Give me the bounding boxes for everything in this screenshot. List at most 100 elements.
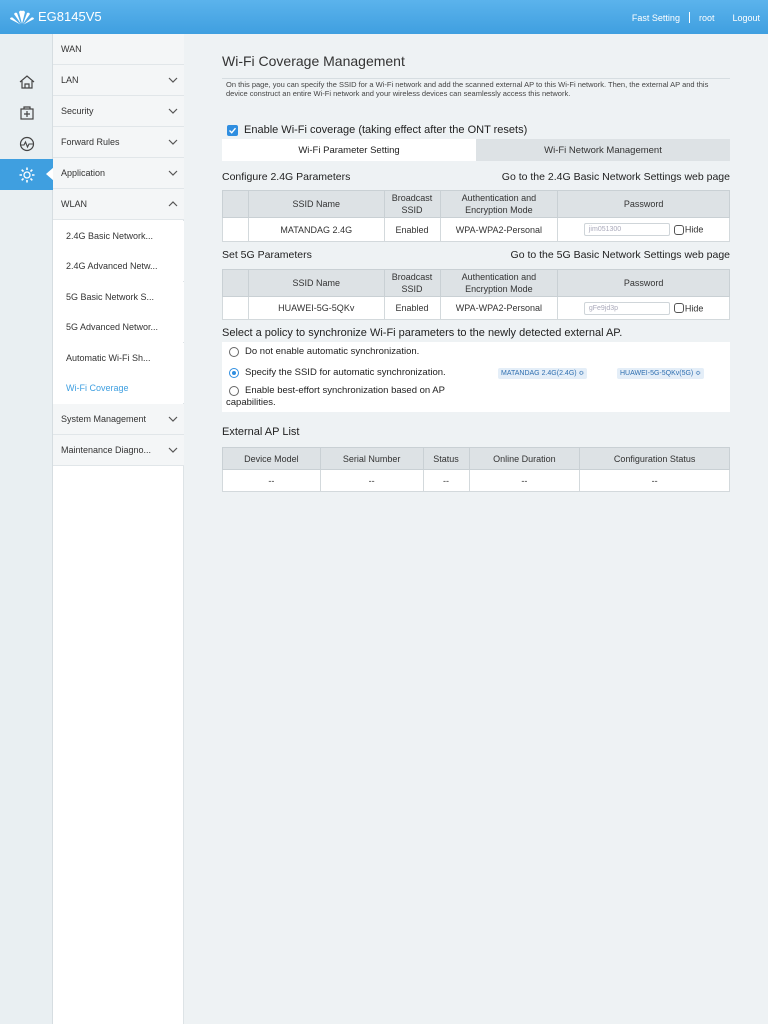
header-ssid: SSID Name	[247, 190, 385, 218]
table-header-row: SSID Name Broadcast SSID Authentication …	[222, 269, 730, 297]
password-field-5g[interactable]: gFe9jd3p	[583, 301, 670, 315]
menu-item-label: Maintenance Diagno...	[61, 445, 152, 455]
option-best-effort-label: Enable best-effort synchronization based…	[226, 385, 445, 408]
section-5g-title: Set 5G Parameters	[222, 249, 312, 261]
cell-device-model: --	[222, 469, 321, 492]
rail-home[interactable]	[0, 66, 53, 97]
header-cell-blank	[222, 190, 249, 218]
gear-icon	[19, 167, 34, 182]
menu-item-maintenance[interactable]: Maintenance Diagno...	[53, 435, 184, 466]
huawei-logo-icon	[10, 10, 34, 25]
ssid-select-24g[interactable]: MATANDAG 2.4G(2.4G) ≎	[498, 368, 588, 379]
sub-item-24g-basic[interactable]: 2.4G Basic Network...	[53, 221, 184, 251]
header-broadcast: Broadcast SSID	[383, 190, 441, 218]
header-device-model: Device Model	[222, 447, 321, 470]
chevron-down-icon	[168, 77, 178, 83]
table-row: MATANDAG 2.4G Enabled WPA-WPA2-Personal …	[222, 217, 730, 242]
menu-item-label: WAN	[61, 44, 82, 54]
header-divider	[688, 12, 690, 23]
external-ap-table: Device Model Serial Number Status Online…	[222, 447, 730, 492]
header-status: Status	[422, 447, 470, 470]
menu-item-label: WLAN	[61, 199, 88, 209]
sub-item-label: 2.4G Basic Network...	[66, 231, 154, 241]
tab-bar: Wi-Fi Parameter Setting Wi-Fi Network Ma…	[222, 139, 730, 161]
menu-item-label: System Management	[61, 414, 147, 424]
sub-item-24g-advanced[interactable]: 2.4G Advanced Netw...	[53, 251, 184, 281]
ssid-cell: HUAWEI-5G-5QKv	[247, 296, 385, 320]
monitor-icon	[19, 136, 34, 151]
password-cell: gFe9jd3p Hide	[557, 296, 730, 320]
row-cell-blank	[222, 296, 249, 320]
sub-item-label: 5G Advanced Networ...	[66, 322, 159, 332]
table-24g: SSID Name Broadcast SSID Authentication …	[222, 190, 730, 242]
user-name-link[interactable]: root	[699, 13, 715, 23]
sub-item-label: Wi-Fi Coverage	[66, 383, 129, 393]
tab-wifi-network-management[interactable]: Wi-Fi Network Management	[476, 139, 730, 161]
chevron-down-icon	[168, 139, 178, 145]
title-divider	[222, 78, 730, 79]
sub-item-5g-basic[interactable]: 5G Basic Network S...	[53, 282, 184, 312]
header-cell-blank	[222, 269, 249, 297]
home-icon	[19, 74, 34, 89]
auth-cell: WPA-WPA2-Personal	[439, 217, 559, 242]
side-menu: WAN LAN Security Forward Rules Applicati…	[53, 34, 184, 1024]
plus-box-icon	[19, 105, 34, 120]
enable-coverage-label: Enable Wi-Fi coverage (taking effect aft…	[244, 124, 528, 136]
menu-item-wlan[interactable]: WLAN	[53, 189, 184, 220]
menu-item-system-management[interactable]: System Management	[53, 404, 184, 435]
cell-status: --	[422, 469, 470, 492]
radio-specify-ssid[interactable]	[229, 368, 239, 378]
goto-24g-link[interactable]: Go to the 2.4G Basic Network Settings we…	[430, 171, 730, 183]
chevron-up-icon	[168, 201, 178, 207]
rail-monitor[interactable]	[0, 128, 53, 159]
menu-item-security[interactable]: Security	[53, 96, 184, 127]
chevron-down-icon	[168, 447, 178, 453]
header-ssid: SSID Name	[247, 269, 385, 297]
table-row: HUAWEI-5G-5QKv Enabled WPA-WPA2-Personal…	[222, 296, 730, 320]
broadcast-cell: Enabled	[383, 217, 441, 242]
menu-item-lan[interactable]: LAN	[53, 65, 184, 96]
ssid-cell: MATANDAG 2.4G	[247, 217, 385, 242]
sub-item-5g-advanced[interactable]: 5G Advanced Networ...	[53, 312, 184, 342]
header-online-duration: Online Duration	[468, 447, 581, 470]
goto-5g-link[interactable]: Go to the 5G Basic Network Settings web …	[430, 249, 730, 261]
broadcast-cell: Enabled	[383, 296, 441, 320]
hide-password-checkbox-24g[interactable]	[673, 224, 684, 235]
menu-item-label: LAN	[61, 75, 79, 85]
page-title: Wi-Fi Coverage Management	[222, 53, 405, 69]
chevron-down-icon	[168, 108, 178, 114]
menu-item-label: Security	[61, 106, 94, 116]
sub-item-auto-wifi-share[interactable]: Automatic Wi-Fi Sh...	[53, 343, 184, 373]
password-cell: jim051300 Hide	[557, 217, 730, 242]
sub-item-label: 5G Basic Network S...	[66, 292, 155, 302]
header-password: Password	[557, 190, 730, 218]
sub-item-label: Automatic Wi-Fi Sh...	[66, 353, 151, 363]
rail-plus-box[interactable]	[0, 97, 53, 128]
chevron-down-icon	[168, 416, 178, 422]
tab-wifi-parameter-setting[interactable]: Wi-Fi Parameter Setting	[222, 139, 476, 161]
logout-link[interactable]: Logout	[732, 13, 760, 23]
external-ap-title: External AP List	[222, 426, 300, 438]
menu-item-application[interactable]: Application	[53, 158, 184, 189]
rail-settings[interactable]	[0, 159, 54, 190]
header-password: Password	[557, 269, 730, 297]
icon-rail	[0, 34, 54, 1024]
header-serial-number: Serial Number	[319, 447, 424, 470]
menu-item-wan[interactable]: WAN	[53, 34, 184, 65]
checkmark-icon	[229, 127, 237, 134]
table-5g: SSID Name Broadcast SSID Authentication …	[222, 269, 730, 320]
menu-item-forward-rules[interactable]: Forward Rules	[53, 127, 184, 158]
row-cell-blank	[222, 217, 249, 242]
auth-cell: WPA-WPA2-Personal	[439, 296, 559, 320]
cell-configuration-status: --	[579, 469, 730, 492]
hide-password-checkbox-5g[interactable]	[673, 303, 684, 313]
hide-label: Hide	[684, 303, 704, 313]
ssid-select-5g[interactable]: HUAWEI-5G-5QKv(5G) ≎	[617, 368, 705, 379]
fast-setting-link[interactable]: Fast Setting	[632, 13, 680, 23]
enable-coverage-checkbox[interactable]	[227, 125, 238, 136]
password-field-24g[interactable]: jim051300	[583, 223, 670, 236]
header-auth: Authentication and Encryption Mode	[439, 190, 559, 218]
radio-no-sync[interactable]	[229, 347, 239, 357]
page-intro: On this page, you can specify the SSID f…	[226, 80, 709, 98]
sub-item-wifi-coverage[interactable]: Wi-Fi Coverage	[53, 373, 184, 403]
